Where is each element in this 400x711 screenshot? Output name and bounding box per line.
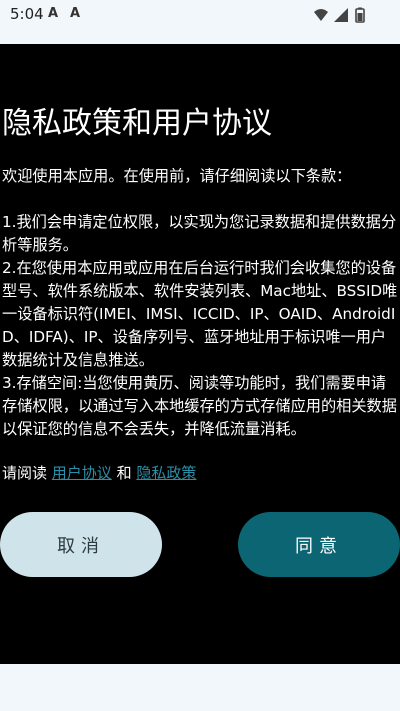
signal-icon	[334, 8, 348, 22]
status-bar: 5:04 A A	[0, 0, 400, 30]
notice-and: 和	[116, 464, 132, 482]
agreement-notice: 请阅读 用户协议 和 隐私政策	[2, 462, 196, 483]
status-time: 5:04	[10, 5, 44, 23]
status-icons	[312, 6, 372, 24]
privacy-policy-link[interactable]: 隐私政策	[136, 464, 196, 482]
wifi-icon	[314, 9, 328, 21]
agree-button[interactable]: 同意	[238, 512, 400, 577]
cancel-button[interactable]: 取消	[0, 512, 162, 577]
dialog-title: 隐私政策和用户协议	[2, 106, 272, 141]
user-agreement-link[interactable]: 用户协议	[52, 464, 112, 482]
notification-icon: A	[48, 6, 59, 21]
agreement-text: 欢迎使用本应用。在使用前，请仔细阅读以下条款： 1.我们会申请定位权限，以实现为…	[2, 167, 398, 438]
notice-prefix: 请阅读	[2, 464, 48, 482]
agreement-scroll-area[interactable]: 欢迎使用本应用。在使用前，请仔细阅读以下条款： 1.我们会申请定位权限，以实现为…	[0, 165, 400, 442]
notification-icon: A	[70, 6, 81, 21]
battery-icon	[355, 7, 365, 23]
